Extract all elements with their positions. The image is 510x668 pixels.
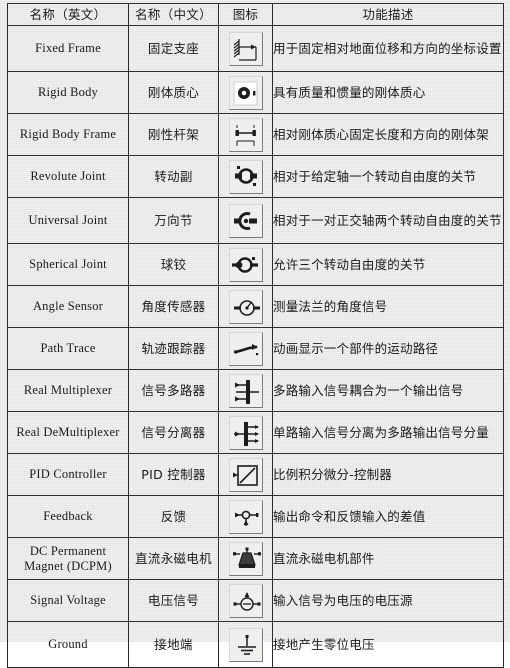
cell-name-en: Path Trace <box>7 327 129 370</box>
table-row: Fixed Frame 固定支座 用于固定相对地面位移和方向的坐标设置 <box>7 25 504 72</box>
cell-name-zh: 刚性杆架 <box>128 113 219 156</box>
cell-name-zh: 接地端 <box>128 621 219 668</box>
cell-icon <box>218 25 273 72</box>
cell-name-zh: 信号分离器 <box>128 411 219 454</box>
cell-name-en: Revolute Joint <box>7 155 129 198</box>
table-row: Signal Voltage 电压信号 输入信号为电压的电压源 <box>7 579 504 622</box>
cell-name-zh: 万向节 <box>128 197 219 244</box>
cell-name-en: Real Multiplexer <box>7 369 129 412</box>
cell-description: 单路输入信号分离为多路输出信号分量 <box>272 411 504 454</box>
table-row: Spherical Joint 球铰 允许三个转动自由度的关节 <box>7 243 504 286</box>
table-row: Revolute Joint 转动副 相对于给定轴一个转动自由度的关节 <box>7 155 504 198</box>
table-row: Ground 接地端 接地产生零位电压 <box>7 621 504 668</box>
cell-name-en: Spherical Joint <box>7 243 129 286</box>
cell-name-en: Ground <box>7 621 129 668</box>
cell-name-zh: PID 控制器 <box>128 453 219 496</box>
table-row: Angle Sensor 角度传感器 测量法兰的角度信号 <box>7 285 504 328</box>
cell-name-zh: 反馈 <box>128 495 219 538</box>
cell-name-zh: 球铰 <box>128 243 219 286</box>
table-row: Rigid Body Frame 刚性杆架 相对刚体质心固定长度和方向的刚体架 <box>7 113 504 156</box>
cell-name-en: DC Permanent Magnet (DCPM) <box>7 537 129 580</box>
cell-name-zh: 角度传感器 <box>128 285 219 328</box>
dc-permanent-magnet-icon <box>228 541 263 576</box>
cell-name-zh: 电压信号 <box>128 579 219 622</box>
table-row: Rigid Body 刚体质心 具有质量和惯量的刚体质心 <box>7 71 504 114</box>
table-row: Universal Joint 万向节 相对于一对正交轴两个转动自由度的关节 <box>7 197 504 244</box>
real-demultiplexer-icon <box>228 415 263 450</box>
cell-name-zh: 固定支座 <box>128 25 219 72</box>
column-header-description: 功能描述 <box>272 3 504 26</box>
table-row: Path Trace 轨迹跟踪器 动画显示一个部件的运动路径 <box>7 327 504 370</box>
cell-description: 动画显示一个部件的运动路径 <box>272 327 504 370</box>
cell-icon <box>218 537 273 580</box>
rigid-body-icon <box>228 75 263 110</box>
cell-icon <box>218 243 273 286</box>
cell-name-zh: 刚体质心 <box>128 71 219 114</box>
ground-icon <box>228 627 263 662</box>
table-row: DC Permanent Magnet (DCPM) 直流永磁电机 直流永磁电机… <box>7 537 504 580</box>
cell-description: 输出命令和反馈输入的差值 <box>272 495 504 538</box>
real-multiplexer-icon <box>228 373 263 408</box>
cell-icon <box>218 197 273 244</box>
table-header-row: 名称（英文） 名称（中文） 图标 功能描述 <box>7 3 504 26</box>
cell-name-en: Angle Sensor <box>7 285 129 328</box>
rigid-body-frame-icon <box>228 117 263 152</box>
signal-voltage-icon <box>228 583 263 618</box>
cell-icon <box>218 579 273 622</box>
column-header-icon: 图标 <box>218 3 273 26</box>
pid-controller-icon <box>228 457 263 492</box>
table-row: Real Multiplexer 信号多路器 多路输入信号耦合为一个输出信号 <box>7 369 504 412</box>
cell-name-en: Rigid Body <box>7 71 129 114</box>
cell-description: 接地产生零位电压 <box>272 621 504 668</box>
cell-name-en: Real DeMultiplexer <box>7 411 129 454</box>
cell-icon <box>218 621 273 668</box>
table-row: Feedback 反馈 输出命令和反馈输入的差值 <box>7 495 504 538</box>
universal-joint-icon <box>228 203 263 238</box>
cell-name-zh: 直流永磁电机 <box>128 537 219 580</box>
cell-icon <box>218 71 273 114</box>
cell-description: 比例积分微分-控制器 <box>272 453 504 496</box>
cell-name-zh: 轨迹跟踪器 <box>128 327 219 370</box>
cell-icon <box>218 495 273 538</box>
cell-name-zh: 信号多路器 <box>128 369 219 412</box>
cell-icon <box>218 285 273 328</box>
cell-description: 相对于一对正交轴两个转动自由度的关节 <box>272 197 504 244</box>
cell-icon <box>218 411 273 454</box>
table-body: Fixed Frame 固定支座 用于固定相对地面位移和方向的坐标设置 Rigi… <box>7 25 504 668</box>
cell-icon <box>218 453 273 496</box>
feedback-icon <box>228 499 263 534</box>
cell-name-en: Rigid Body Frame <box>7 113 129 156</box>
cell-name-en: Feedback <box>7 495 129 538</box>
revolute-joint-icon <box>228 159 263 194</box>
column-header-name-zh: 名称（中文） <box>128 3 219 26</box>
cell-description: 测量法兰的角度信号 <box>272 285 504 328</box>
table-row: PID Controller PID 控制器 比例积分微分-控制器 <box>7 453 504 496</box>
cell-name-en: Universal Joint <box>7 197 129 244</box>
table-container: 名称（英文） 名称（中文） 图标 功能描述 Fixed Frame 固定支座 用… <box>7 3 504 668</box>
cell-description: 具有质量和惯量的刚体质心 <box>272 71 504 114</box>
cell-name-en: Signal Voltage <box>7 579 129 622</box>
path-trace-icon <box>228 331 263 366</box>
cell-description: 相对刚体质心固定长度和方向的刚体架 <box>272 113 504 156</box>
cell-description: 相对于给定轴一个转动自由度的关节 <box>272 155 504 198</box>
scanned-page: 名称（英文） 名称（中文） 图标 功能描述 Fixed Frame 固定支座 用… <box>0 0 510 668</box>
column-header-name-en: 名称（英文） <box>7 3 129 26</box>
cell-icon <box>218 327 273 370</box>
cell-description: 多路输入信号耦合为一个输出信号 <box>272 369 504 412</box>
cell-description: 允许三个转动自由度的关节 <box>272 243 504 286</box>
cell-description: 用于固定相对地面位移和方向的坐标设置 <box>272 25 504 72</box>
fixed-frame-icon <box>228 31 263 66</box>
cell-name-en: Fixed Frame <box>7 25 129 72</box>
table-row: Real DeMultiplexer 信号分离器 单路输入信号分离为多路输出信号… <box>7 411 504 454</box>
cell-description: 输入信号为电压的电压源 <box>272 579 504 622</box>
cell-icon <box>218 113 273 156</box>
cell-icon <box>218 369 273 412</box>
cell-description: 直流永磁电机部件 <box>272 537 504 580</box>
cell-name-zh: 转动副 <box>128 155 219 198</box>
cell-icon <box>218 155 273 198</box>
angle-sensor-icon <box>228 289 263 324</box>
component-spec-table: 名称（英文） 名称（中文） 图标 功能描述 Fixed Frame 固定支座 用… <box>7 3 504 668</box>
cell-name-en: PID Controller <box>7 453 129 496</box>
spherical-joint-icon <box>228 247 263 282</box>
